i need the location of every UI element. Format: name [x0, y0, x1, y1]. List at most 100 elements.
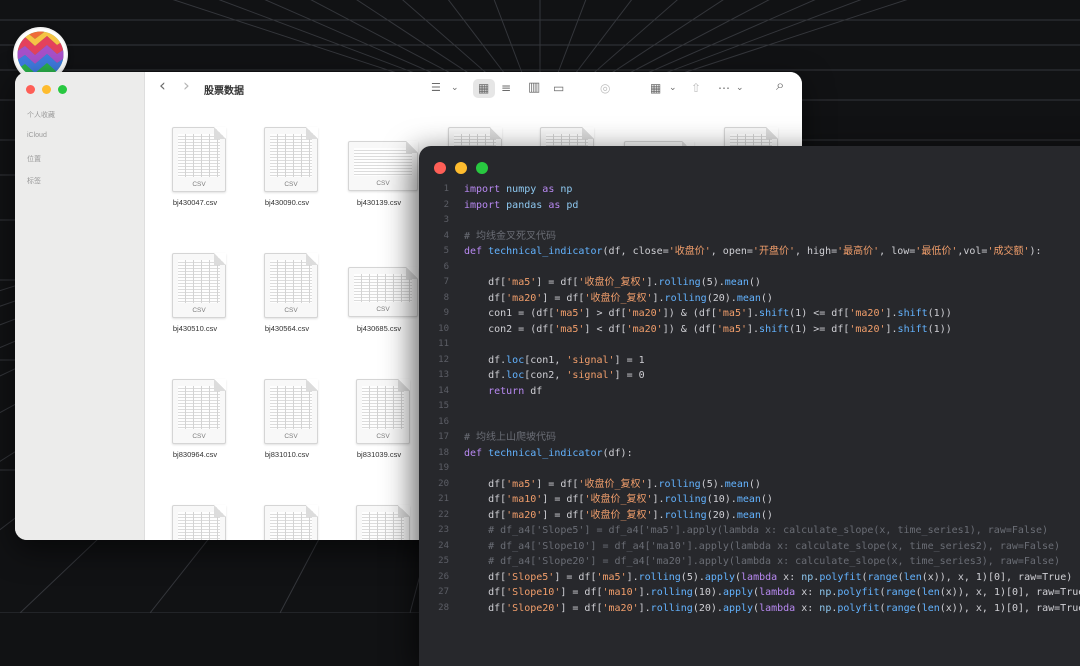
csv-file-icon: CSV: [356, 379, 410, 444]
code-line: 9 con1 = (df['ma5'] > df['ma20']) & (df[…: [419, 306, 1080, 322]
code-text: # df_a4['Slope5'] = df_a4['ma5'].apply(l…: [464, 525, 1048, 536]
code-editor-window: 1 import numpy as np 2 import pandas as pd 3…: [419, 146, 1080, 666]
code-text: df['ma20'] = df['收盘价_复权'].rolling(20).me…: [464, 509, 773, 521]
line-number: 24: [438, 540, 449, 551]
code-text: df['ma20'] = df['收盘价_复权'].rolling(20).me…: [464, 292, 773, 304]
minimize-button[interactable]: [42, 85, 51, 94]
sidebar-section-tags[interactable]: 标签: [27, 176, 41, 186]
code-text: import numpy as np: [464, 184, 573, 195]
code-text: def technical_indicator(df, close='收盘价',…: [464, 246, 1042, 257]
file-item[interactable]: CSV bj830964.csv: [150, 358, 240, 468]
line-number: 19: [438, 463, 449, 473]
sort-menu-icon[interactable]: ☰: [431, 81, 441, 95]
line-number: 17: [438, 432, 449, 442]
sidebar-section-locations[interactable]: 位置: [27, 154, 41, 164]
code-line: 23 # df_a4['Slope5'] = df_a4['ma5'].appl…: [419, 523, 1080, 539]
line-number: 7: [443, 277, 449, 287]
line-number: 21: [438, 494, 449, 504]
line-number: 3: [443, 215, 449, 225]
code-line: 7 df['ma5'] = df['收盘价_复权'].rolling(5).me…: [419, 275, 1080, 291]
file-item[interactable]: CSV bj430047.csv: [150, 106, 240, 216]
code-line: 25 # df_a4['Slope20'] = df_a4['ma20'].ap…: [419, 554, 1080, 570]
close-button[interactable]: [26, 85, 35, 94]
line-number: 28: [438, 602, 449, 613]
icon-view-icon: ▦: [478, 81, 490, 95]
file-item[interactable]: CSV bj831010.csv: [242, 358, 332, 468]
code-line: 8 df['ma20'] = df['收盘价_复权'].rolling(20).…: [419, 291, 1080, 307]
line-number: 16: [438, 416, 449, 427]
code-text: df['Slope5'] = df['ma5'].rolling(5).appl…: [464, 571, 1073, 583]
chevron-down-icon[interactable]: ⌄: [451, 81, 459, 95]
csv-file-icon: CSV: [264, 253, 318, 318]
code-text: df.loc[con1, 'signal'] = 1: [464, 354, 645, 366]
group-button[interactable]: ▦: [650, 81, 661, 95]
sidebar-section-icloud[interactable]: iCloud: [27, 132, 47, 139]
code-area[interactable]: 1 import numpy as np 2 import pandas as pd 3…: [419, 182, 1080, 616]
code-line: 22 df['ma20'] = df['收盘价_复权'].rolling(20)…: [419, 508, 1080, 524]
back-button[interactable]: ‹: [159, 78, 166, 95]
csv-file-icon: CSV: [348, 267, 418, 317]
code-text: # df_a4['Slope20'] = df_a4['ma20'].apply…: [464, 556, 1061, 567]
close-button[interactable]: [434, 162, 446, 174]
file-item[interactable]: CSV bj430090.csv: [242, 106, 332, 216]
code-line: 2 import pandas as pd: [419, 198, 1080, 214]
more-actions-button[interactable]: ⋯: [718, 81, 730, 95]
gallery-view-button[interactable]: ▭: [553, 81, 564, 95]
file-item[interactable]: CSV bj430685.csv: [334, 232, 424, 342]
code-line: 27 df['Slope10'] = df['ma10'].rolling(10…: [419, 585, 1080, 601]
code-line: 4 # 均线金叉死叉代码: [419, 229, 1080, 245]
code-text: df['Slope20'] = df['ma20'].rolling(20).a…: [464, 602, 1080, 614]
line-number: 5: [443, 246, 449, 256]
file-item[interactable]: [334, 484, 424, 540]
zoom-button[interactable]: [476, 162, 488, 174]
line-number: 8: [443, 292, 449, 303]
line-number: 27: [438, 587, 449, 597]
file-item[interactable]: CSV bj430510.csv: [150, 232, 240, 342]
chevron-down-icon[interactable]: ⌄: [669, 81, 677, 95]
code-line: 11: [419, 337, 1080, 353]
code-line: 20 df['ma5'] = df['收盘价_复权'].rolling(5).m…: [419, 477, 1080, 493]
file-item[interactable]: CSV bj430139.csv: [334, 106, 424, 216]
code-text: df['ma5'] = df['收盘价_复权'].rolling(5).mean…: [464, 478, 761, 490]
code-text: return df: [488, 385, 543, 397]
code-text: con2 = (df['ma5'] < df['ma20']) & (df['m…: [464, 323, 952, 335]
line-number: 13: [438, 370, 449, 380]
column-view-button[interactable]: ▥: [528, 81, 540, 95]
editor-window-controls: [434, 162, 488, 174]
file-name: bj831039.csv: [356, 450, 402, 459]
code-line: 3: [419, 213, 1080, 229]
sidebar-section-favorites[interactable]: 个人收藏: [27, 110, 55, 120]
chevron-down-icon[interactable]: ⌄: [736, 81, 744, 95]
code-text: def technical_indicator(df):: [464, 447, 633, 459]
file-item[interactable]: CSV bj430564.csv: [242, 232, 332, 342]
search-button[interactable]: ⌕: [776, 78, 784, 93]
file-item[interactable]: [150, 484, 240, 540]
csv-file-icon: CSV: [264, 127, 318, 192]
minimize-button[interactable]: [455, 162, 467, 174]
line-number: 22: [438, 509, 449, 520]
code-line: 28 df['Slope20'] = df['ma20'].rolling(20…: [419, 601, 1080, 617]
code-line: 14 return df: [419, 384, 1080, 400]
line-number: 12: [438, 354, 449, 365]
folder-title: 股票数据: [204, 86, 244, 97]
file-item[interactable]: CSV bj831039.csv: [334, 358, 424, 468]
zoom-button[interactable]: [58, 85, 67, 94]
airdrop-button[interactable]: ◎: [600, 81, 610, 95]
code-line: 15: [419, 399, 1080, 415]
list-view-button[interactable]: ≡: [501, 81, 511, 95]
code-line: 24 # df_a4['Slope10'] = df_a4['ma10'].ap…: [419, 539, 1080, 555]
code-text: # 均线上山爬坡代码: [464, 432, 557, 443]
csv-file-icon: CSV: [348, 141, 418, 191]
code-line: 21 df['ma10'] = df['收盘价_复权'].rolling(10)…: [419, 492, 1080, 508]
code-line: 13 df.loc[con2, 'signal'] = 0: [419, 368, 1080, 384]
file-item[interactable]: [242, 484, 332, 540]
code-text: df['ma5'] = df['收盘价_复权'].rolling(5).mean…: [464, 277, 761, 288]
code-text: import pandas as pd: [464, 199, 579, 211]
line-number: 1: [443, 184, 449, 194]
forward-button[interactable]: ›: [183, 78, 190, 95]
line-number: 11: [438, 339, 449, 349]
share-button[interactable]: ⇧: [691, 81, 701, 95]
code-line: 6: [419, 260, 1080, 276]
finder-window-controls: [26, 85, 67, 94]
code-line: 5 def technical_indicator(df, close='收盘价'…: [419, 244, 1080, 260]
